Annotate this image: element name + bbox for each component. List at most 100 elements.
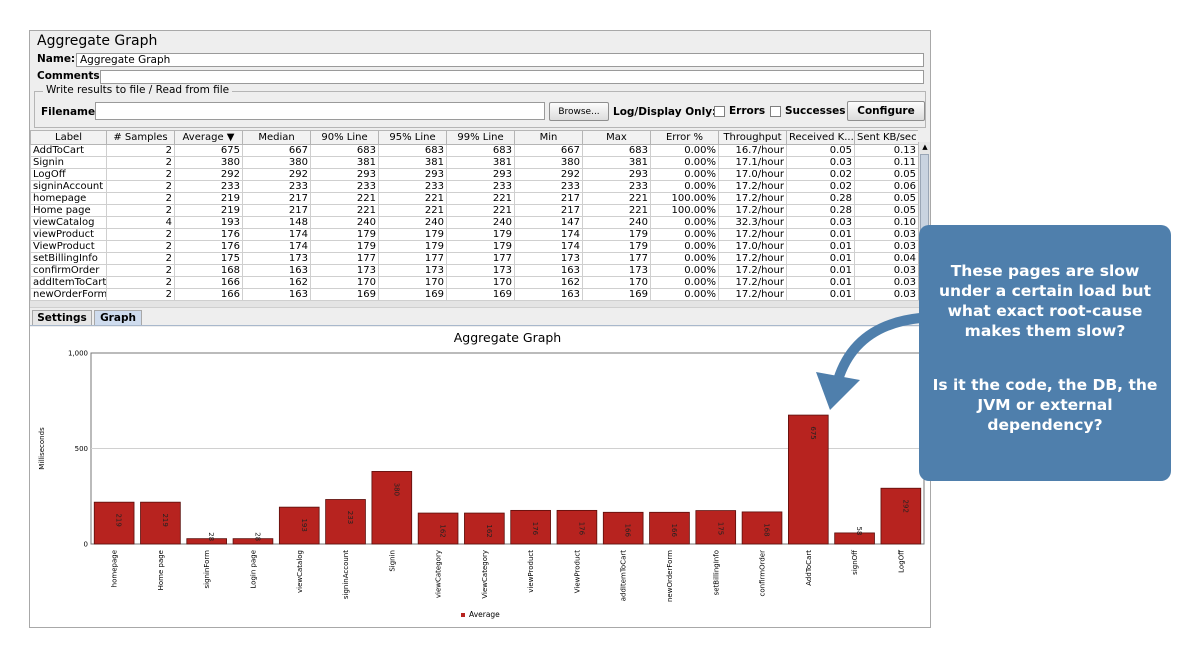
tab-graph[interactable]: Graph [94,310,142,325]
chart-title: Aggregate Graph [454,330,561,345]
scroll-up-icon[interactable]: ▲ [920,142,930,152]
column-header[interactable]: # Samples [106,130,175,145]
x-tick-label: signinAccount [342,550,350,599]
table-cell: 219 [174,204,243,217]
table-cell: 683 [582,144,651,157]
browse-button[interactable]: Browse... [549,102,609,121]
column-header[interactable]: 95% Line [378,130,447,145]
bar-viewcatalog [278,506,320,545]
comments-field[interactable] [100,70,924,84]
table-cell: 0.13 [854,144,918,157]
table-row[interactable]: AddToCart 2 675 667 683 683 683 667 683 0.00% 16.7… [30,144,918,157]
table-row[interactable]: newOrderForm 2 166 163 169 169 169 163 169 0.00% 1… [30,288,918,300]
column-header[interactable]: Throughput [718,130,787,145]
x-tick-label: confirmOrder [759,550,767,597]
table-cell: 0.05 [786,144,855,157]
column-header[interactable]: Min [514,130,583,145]
table-row[interactable]: homepage 2 219 217 221 221 221 217 221 100.00% 17.… [30,192,918,205]
table-cell: 221 [582,192,651,205]
table-cell: 173 [514,252,583,265]
table-cell: 0.00% [650,180,719,193]
column-header[interactable]: Label [30,130,107,145]
table-row[interactable]: signinAccount 2 233 233 233 233 233 233 233 0.00%… [30,180,918,193]
column-header[interactable]: Error % [650,130,719,145]
x-tick-label: viewProduct [527,550,535,593]
bar-value-label: 193 [300,518,308,531]
table-row[interactable]: Signin 2 380 380 381 381 381 380 381 0.00% 17.1/ho… [30,156,918,169]
column-header[interactable]: Max [582,130,651,145]
table-cell: 0.00% [650,252,719,265]
table-cell: 667 [242,144,311,157]
table-cell: 2 [106,204,175,217]
successes-checkbox[interactable] [770,106,781,117]
table-cell: 169 [378,288,447,300]
table-cell: 2 [106,144,175,157]
column-header[interactable]: Received K... [786,130,855,145]
configure-button[interactable]: Configure [847,101,925,121]
column-header[interactable]: 90% Line [310,130,379,145]
table-row[interactable]: viewProduct 2 176 174 179 179 179 174 179 0.00% 17… [30,228,918,241]
table-cell: 177 [378,252,447,265]
bar-additemtocart [602,511,644,545]
pane-splitter[interactable] [30,300,930,308]
table-row[interactable]: confirmOrder 2 168 163 173 173 173 163 173 0.00% 1… [30,264,918,277]
table-cell: 0.05 [854,204,918,217]
scroll-thumb[interactable] [920,154,929,234]
table-row[interactable]: addItemToCart 2 166 162 170 170 170 162 170 0.00%… [30,276,918,289]
table-row[interactable]: setBillingInfo 2 175 173 177 177 177 173 177 0.00… [30,252,918,265]
table-row[interactable]: LogOff 2 292 292 293 293 293 292 293 0.00% 17.0/ho… [30,168,918,181]
table-cell: 683 [446,144,515,157]
column-header[interactable]: Sent KB/sec [854,130,918,145]
x-tick-label: signinForm [203,550,211,589]
x-tick-label: LogOff [897,550,905,573]
filename-input[interactable] [95,102,545,120]
table-cell: 240 [446,216,515,229]
table-cell: ViewProduct [30,240,107,253]
table-cell: LogOff [30,168,107,181]
table-cell: 162 [242,276,311,289]
table-cell: 0.10 [854,216,918,229]
table-cell: 179 [378,228,447,241]
x-tick-label: Home page [157,550,165,590]
table-cell: 17.2/hour [718,180,787,193]
bar-setbillinginfo [695,510,737,545]
table-cell: 170 [582,276,651,289]
table-cell: 162 [514,276,583,289]
bar-signinaccount [325,499,366,545]
name-field[interactable]: Aggregate Graph [76,53,924,67]
table-cell: 293 [446,168,515,181]
table-row[interactable]: Home page 2 219 217 221 221 221 217 221 100.00% 17… [30,204,918,217]
table-cell: 233 [378,180,447,193]
y-tick-label: 1,000 [68,350,88,358]
column-header[interactable]: 99% Line [446,130,515,145]
column-header[interactable]: Average ▼ [174,130,243,145]
table-cell: 0.01 [786,288,855,300]
table-cell: 2 [106,156,175,169]
table-cell: 2 [106,180,175,193]
table-cell: 240 [582,216,651,229]
table-cell: 179 [378,240,447,253]
table-cell: 2 [106,228,175,241]
table-cell: 381 [446,156,515,169]
bar-value-label: 219 [161,513,169,526]
table-cell: 221 [446,204,515,217]
bar-value-label: 168 [763,523,771,536]
column-header[interactable]: Median [242,130,311,145]
table-cell: Signin [30,156,107,169]
bar-login-page [232,538,274,545]
file-section-title: Write results to file / Read from file [43,84,233,96]
table-cell: 381 [582,156,651,169]
table-cell: 173 [242,252,311,265]
errors-checkbox[interactable] [714,106,725,117]
table-cell: 179 [310,228,379,241]
tab-settings[interactable]: Settings [32,310,92,325]
table-row[interactable]: ViewProduct 2 176 174 179 179 179 174 179 0.00% 17… [30,240,918,253]
bar-value-label: 166 [624,524,632,538]
table-cell: 221 [310,192,379,205]
table-cell: 2 [106,288,175,300]
tab-bar: Settings Graph [30,309,930,326]
table-cell: 0.28 [786,192,855,205]
table-row[interactable]: viewCatalog 4 193 148 240 240 240 147 240 0.00% 32… [30,216,918,229]
table-cell: 168 [174,264,243,277]
table-cell: 0.02 [786,168,855,181]
